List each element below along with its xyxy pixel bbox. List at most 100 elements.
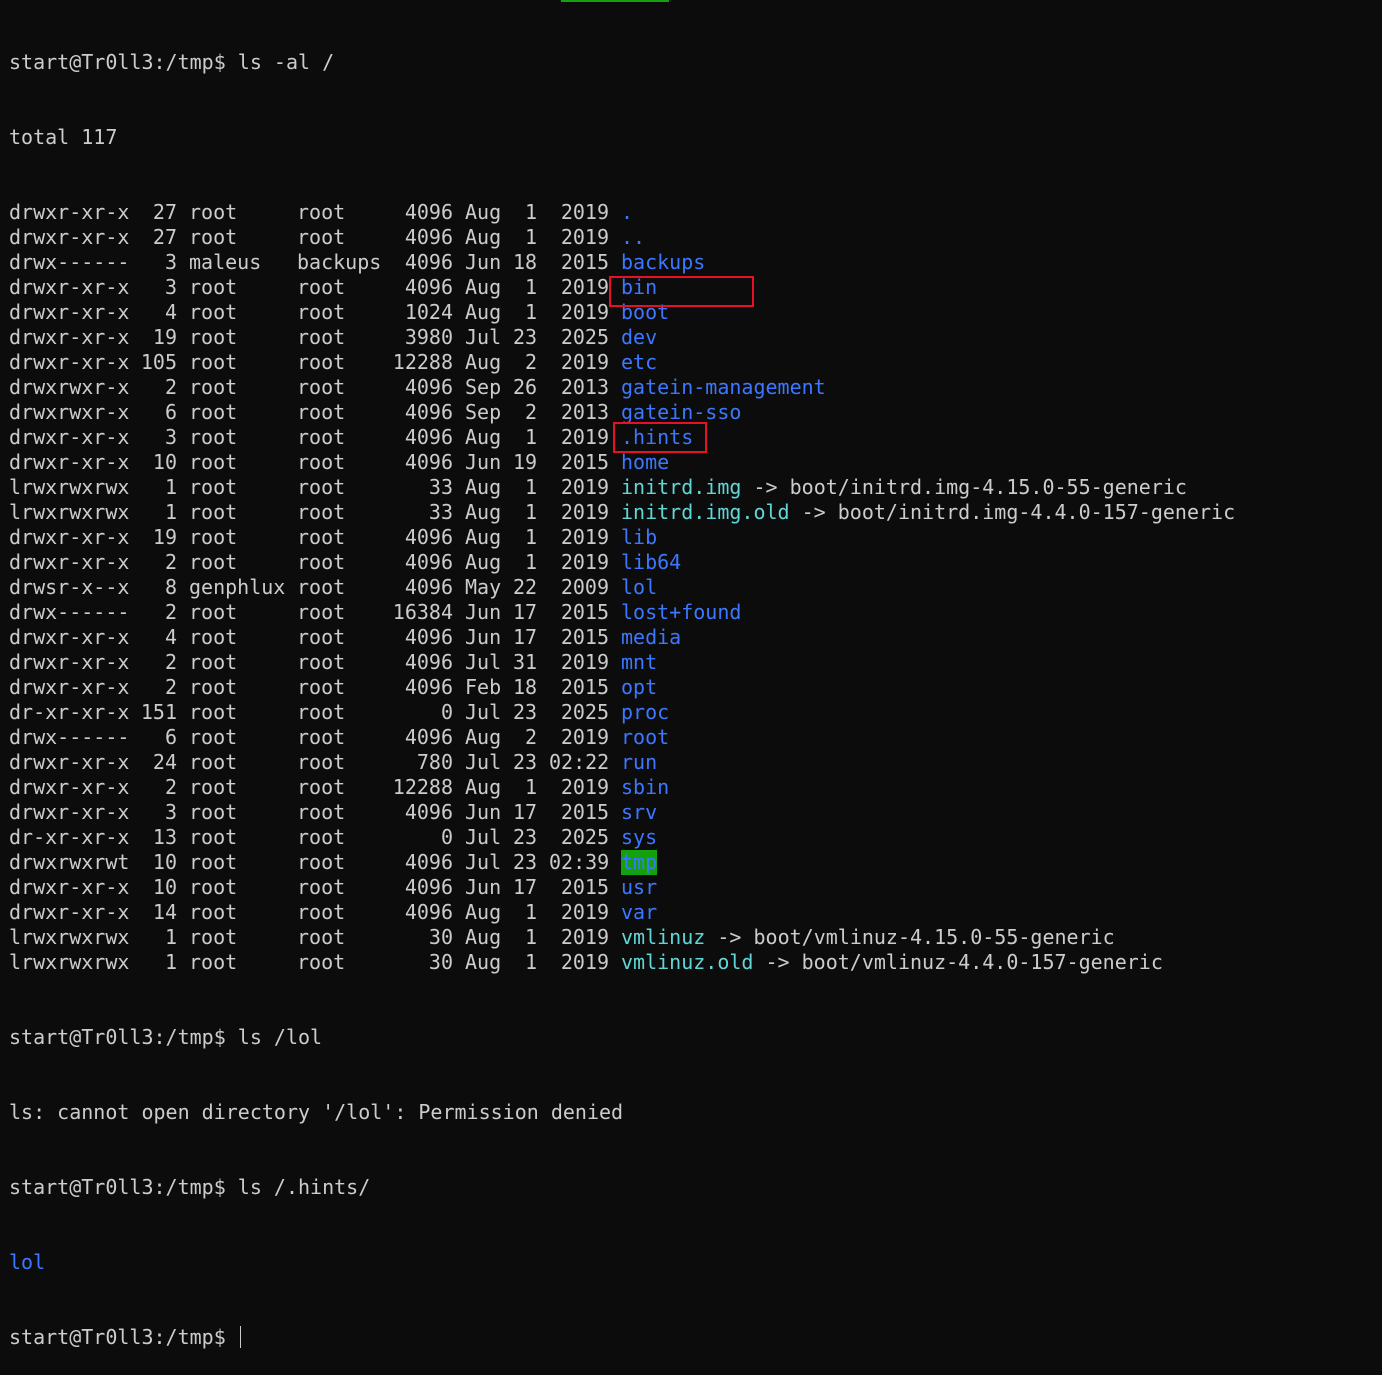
total-line: total 117 bbox=[9, 125, 118, 149]
entry-links: 2 bbox=[164, 650, 177, 674]
listing-row: drwsr-x--x 8 genphlux root 4096 May 22 2009 lol bbox=[9, 575, 1235, 600]
listing-row: drwxrwxrwt 10 root root 4096 Jul 23 02:39 tmp bbox=[9, 850, 1235, 875]
entry-month: Jun bbox=[465, 600, 502, 624]
entry-owner: root bbox=[189, 825, 238, 849]
listing-row: lrwxrwxrwx 1 root root 33 Aug 1 2019 initrd.img.… bbox=[9, 500, 1235, 525]
command-text: ls -al / bbox=[237, 50, 335, 74]
entry-size: 4096 bbox=[404, 650, 453, 674]
entry-links: 8 bbox=[164, 575, 177, 599]
entry-owner: root bbox=[189, 725, 238, 749]
entry-size: 33 bbox=[428, 500, 453, 524]
entry-owner: root bbox=[189, 950, 238, 974]
directory-listing: drwxr-xr-x 27 root root 4096 Aug 1 2019. drwxr-x… bbox=[9, 200, 1235, 975]
entry-day: 2 bbox=[524, 350, 537, 374]
listing-row: drwxr-xr-x 2 root root 12288 Aug 1 2019 sbin bbox=[9, 775, 1235, 800]
entry-size: 4096 bbox=[404, 725, 453, 749]
symlink-arrow: -> bbox=[753, 475, 778, 499]
entry-month: Sep bbox=[465, 375, 502, 399]
listing-row: drwxr-xr-x 2 root root 4096 Feb 18 2015 opt bbox=[9, 675, 1235, 700]
text-cursor bbox=[239, 1326, 241, 1348]
listing-row: drwxr-xr-x 3 root root 4096 Jun 17 2015 srv bbox=[9, 800, 1235, 825]
entry-name: etc bbox=[621, 350, 658, 374]
command-line-4[interactable]: start@Tr0ll3:/tmp$ bbox=[9, 1325, 1235, 1350]
entry-day: 18 bbox=[513, 675, 538, 699]
entry-owner: root bbox=[189, 550, 238, 574]
entry-size: 3980 bbox=[404, 325, 453, 349]
listing-row: drwxr-xr-x 2 root root 4096 Jul 31 2019 mnt bbox=[9, 650, 1235, 675]
symlink-target: boot/vmlinuz-4.4.0-157-generic bbox=[801, 950, 1163, 974]
entry-owner: root bbox=[189, 775, 238, 799]
entry-size: 0 bbox=[440, 825, 453, 849]
terminal-output[interactable]: start@Tr0ll3:/tmp$ ls -al / total 117 dr… bbox=[9, 0, 1235, 1375]
entry-size: 4096 bbox=[404, 675, 453, 699]
entry-day: 23 bbox=[513, 750, 538, 774]
entry-ytime: 2019 bbox=[560, 725, 609, 749]
entry-perm: drwxr-xr-x bbox=[9, 675, 130, 699]
entry-owner: root bbox=[189, 650, 238, 674]
entry-links: 1 bbox=[164, 925, 177, 949]
entry-size: 4096 bbox=[404, 225, 453, 249]
entry-group: backups bbox=[297, 250, 382, 274]
entry-month: Jul bbox=[465, 700, 502, 724]
entry-perm: drwxr-xr-x bbox=[9, 425, 130, 449]
entry-month: Sep bbox=[465, 400, 502, 424]
entry-perm: drwxr-xr-x bbox=[9, 200, 130, 224]
entry-perm: lrwxrwxrwx bbox=[9, 500, 130, 524]
entry-perm: drwxr-xr-x bbox=[9, 350, 130, 374]
entry-name: sbin bbox=[621, 775, 670, 799]
entry-links: 105 bbox=[140, 350, 177, 374]
entry-perm: drwxr-xr-x bbox=[9, 225, 130, 249]
entry-owner: root bbox=[189, 875, 238, 899]
entry-name: mnt bbox=[621, 650, 658, 674]
entry-links: 151 bbox=[140, 700, 177, 724]
listing-row: dr-xr-xr-x 151 root root 0 Jul 23 2025 proc bbox=[9, 700, 1235, 725]
entry-day: 1 bbox=[524, 925, 537, 949]
entry-links: 3 bbox=[164, 275, 177, 299]
highlight-box-hints bbox=[609, 276, 754, 307]
entry-group: root bbox=[297, 375, 346, 399]
entry-day: 1 bbox=[524, 550, 537, 574]
entry-links: 14 bbox=[152, 900, 177, 924]
entry-perm: lrwxrwxrwx bbox=[9, 475, 130, 499]
entry-day: 1 bbox=[524, 200, 537, 224]
entry-day: 1 bbox=[524, 775, 537, 799]
entry-links: 3 bbox=[164, 250, 177, 274]
entry-ytime: 2019 bbox=[560, 550, 609, 574]
entry-month: Aug bbox=[465, 725, 502, 749]
listing-row: drwxr-xr-x 27 root root 4096 Aug 1 2019. bbox=[9, 200, 1235, 225]
entry-group: root bbox=[297, 825, 346, 849]
entry-owner: root bbox=[189, 850, 238, 874]
entry-day: 1 bbox=[524, 275, 537, 299]
entry-name: lol bbox=[621, 575, 658, 599]
entry-name: usr bbox=[621, 875, 658, 899]
entry-size: 4096 bbox=[404, 625, 453, 649]
listing-row: drwxr-xr-x 19 root root 4096 Aug 1 2019 lib bbox=[9, 525, 1235, 550]
entry-month: Aug bbox=[465, 950, 502, 974]
shell-prompt: start@Tr0ll3:/tmp$ bbox=[9, 1325, 226, 1349]
entry-ytime: 2019 bbox=[560, 275, 609, 299]
entry-group: root bbox=[297, 750, 346, 774]
entry-group: root bbox=[297, 675, 346, 699]
entry-ytime: 2015 bbox=[560, 250, 609, 274]
entry-owner: root bbox=[189, 400, 238, 424]
entry-group: root bbox=[297, 625, 346, 649]
entry-group: root bbox=[297, 300, 346, 324]
entry-month: Aug bbox=[465, 925, 502, 949]
entry-group: root bbox=[297, 900, 346, 924]
command-line-1: start@Tr0ll3:/tmp$ ls -al / bbox=[9, 50, 1235, 75]
command-line-2: start@Tr0ll3:/tmp$ ls /lol bbox=[9, 1025, 1235, 1050]
entry-perm: drwxr-xr-x bbox=[9, 450, 130, 474]
entry-name: opt bbox=[621, 675, 658, 699]
entry-perm: dr-xr-xr-x bbox=[9, 825, 130, 849]
entry-size: 4096 bbox=[404, 800, 453, 824]
entry-ytime: 2019 bbox=[560, 200, 609, 224]
entry-group: root bbox=[297, 700, 346, 724]
entry-owner: root bbox=[189, 425, 238, 449]
entry-size: 4096 bbox=[404, 275, 453, 299]
entry-day: 17 bbox=[513, 600, 538, 624]
shell-prompt: start@Tr0ll3:/tmp$ bbox=[9, 1175, 226, 1199]
entry-perm: dr-xr-xr-x bbox=[9, 700, 130, 724]
entry-owner: root bbox=[189, 350, 238, 374]
listing-row: drwxr-xr-x 4 root root 4096 Jun 17 2015 media bbox=[9, 625, 1235, 650]
entry-name: dev bbox=[621, 325, 658, 349]
